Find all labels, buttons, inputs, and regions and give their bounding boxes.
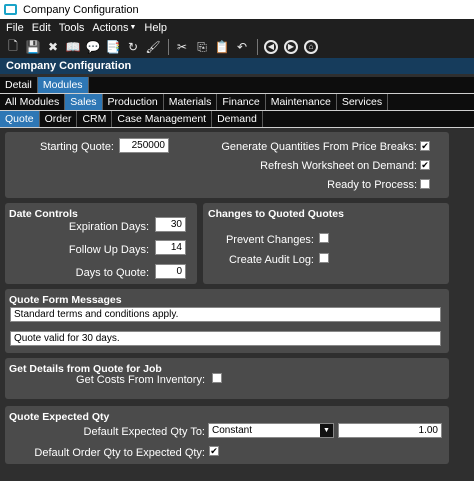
tab-crm[interactable]: CRM [77, 111, 113, 127]
tab-production[interactable]: Production [103, 94, 164, 110]
menu-file[interactable]: File [6, 22, 24, 34]
brush-icon[interactable]: 🖌 [144, 38, 162, 56]
delete-icon[interactable]: ✖ [44, 38, 62, 56]
previous-icon[interactable]: ◀ [262, 38, 280, 56]
tab-all-modules[interactable]: All Modules [0, 94, 66, 110]
tab-divider [0, 127, 474, 128]
details-panel: Get Details from Quote for Job Get Costs… [5, 358, 449, 399]
messages-panel: Quote Form Messages Standard terms and c… [5, 289, 449, 353]
next-icon[interactable]: ▶ [282, 38, 300, 56]
constant-qty-input[interactable]: 1.00 [338, 423, 442, 438]
caret-down-icon: ▼ [129, 24, 137, 32]
expected-qty-panel: Quote Expected Qty Default Expected Qty … [5, 406, 449, 464]
home-icon[interactable]: ⌂ [302, 38, 320, 56]
refresh-worksheet-label: Refresh Worksheet on Demand: [260, 160, 417, 172]
follow-up-days-input[interactable]: 14 [155, 240, 186, 255]
starting-quote-input[interactable]: 250000 [119, 138, 169, 153]
get-costs-label: Get Costs From Inventory: [76, 374, 205, 386]
tab-materials[interactable]: Materials [164, 94, 218, 110]
audit-log-label: Create Audit Log: [228, 254, 314, 266]
window-titlebar: Company Configuration [0, 0, 474, 19]
general-panel: Starting Quote: 250000 Generate Quantiti… [5, 132, 449, 198]
audit-log-checkbox[interactable] [319, 253, 329, 263]
message-line2-input[interactable]: Quote valid for 30 days. [10, 331, 441, 346]
messages-title: Quote Form Messages [9, 294, 122, 306]
tabs-level1: Detail Modules [0, 77, 474, 93]
paste-icon[interactable]: 📋 [213, 38, 231, 56]
tabs-level2: All Modules Sales Production Materials F… [0, 94, 474, 110]
prevent-changes-label: Prevent Changes: [225, 234, 314, 246]
days-to-quote-label: Days to Quote: [75, 267, 149, 279]
changes-panel: Changes to Quoted Quotes Prevent Changes… [203, 203, 449, 284]
toolbar: 🗋 💾 ✖ 📖 💬 📑 ↻ 🖌 ✂ ⎘ 📋 ↶ ◀ ▶ ⌂ [0, 36, 474, 58]
default-expected-label: Default Expected Qty To: [83, 426, 205, 438]
save-icon[interactable]: 💾 [24, 38, 42, 56]
days-to-quote-input[interactable]: 0 [155, 264, 186, 279]
chat-icon[interactable]: 💬 [84, 38, 102, 56]
menu-bar: File Edit Tools Actions▼ Help [0, 19, 474, 36]
starting-quote-label: Starting Quote: [40, 141, 114, 153]
generate-qty-label: Generate Quantities From Price Breaks: [221, 141, 417, 153]
book-icon[interactable]: 📖 [64, 38, 82, 56]
tab-demand[interactable]: Demand [212, 111, 263, 127]
date-controls-title: Date Controls [9, 208, 78, 220]
default-expected-value: Constant [212, 425, 253, 436]
order-qty-checkbox[interactable]: ✔ [209, 446, 219, 456]
expiration-days-input[interactable]: 30 [155, 217, 186, 232]
toolbar-divider [168, 39, 169, 55]
tab-finance[interactable]: Finance [217, 94, 266, 110]
expected-qty-title: Quote Expected Qty [9, 411, 110, 423]
menu-edit[interactable]: Edit [32, 22, 51, 34]
new-icon[interactable]: 🗋 [4, 38, 22, 56]
prevent-changes-checkbox[interactable] [319, 233, 329, 243]
date-controls-panel: Date Controls Expiration Days: 30 Follow… [5, 203, 197, 284]
window-title: Company Configuration [23, 3, 139, 16]
menu-help[interactable]: Help [144, 22, 167, 34]
ready-to-process-checkbox[interactable] [420, 179, 430, 189]
tab-order[interactable]: Order [40, 111, 78, 127]
page-title: Company Configuration [0, 58, 474, 74]
get-costs-checkbox[interactable] [212, 373, 222, 383]
menu-tools[interactable]: Tools [59, 22, 85, 34]
menu-actions-label: Actions [92, 21, 129, 34]
ready-to-process-label: Ready to Process: [327, 179, 417, 191]
expiration-days-label: Expiration Days: [68, 221, 149, 233]
dropdown-arrow-icon[interactable]: ▼ [320, 424, 333, 437]
refresh-icon[interactable]: ↻ [124, 38, 142, 56]
changes-title: Changes to Quoted Quotes [208, 208, 344, 220]
tab-services[interactable]: Services [337, 94, 389, 110]
menu-actions[interactable]: Actions▼ [92, 22, 136, 34]
undo-icon[interactable]: ↶ [233, 38, 251, 56]
order-qty-label: Default Order Qty to Expected Qty: [34, 447, 205, 459]
tab-quote[interactable]: Quote [0, 111, 40, 127]
tabs-level3: Quote Order CRM Case Management Demand [0, 111, 474, 127]
generate-qty-checkbox[interactable]: ✔ [420, 141, 430, 151]
default-expected-select[interactable]: Constant ▼ [208, 423, 334, 438]
tab-detail[interactable]: Detail [0, 77, 38, 93]
app-icon [4, 4, 17, 15]
follow-up-days-label: Follow Up Days: [68, 244, 149, 256]
refresh-worksheet-checkbox[interactable]: ✔ [420, 160, 430, 170]
tab-maintenance[interactable]: Maintenance [266, 94, 337, 110]
tab-modules[interactable]: Modules [37, 77, 89, 93]
cut-icon[interactable]: ✂ [173, 38, 191, 56]
tab-case-management[interactable]: Case Management [112, 111, 213, 127]
message-line1-input[interactable]: Standard terms and conditions apply. [10, 307, 441, 322]
document-icon[interactable]: 📑 [104, 38, 122, 56]
toolbar-divider [257, 39, 258, 55]
tab-sales[interactable]: Sales [65, 94, 103, 110]
copy-icon[interactable]: ⎘ [193, 38, 211, 56]
